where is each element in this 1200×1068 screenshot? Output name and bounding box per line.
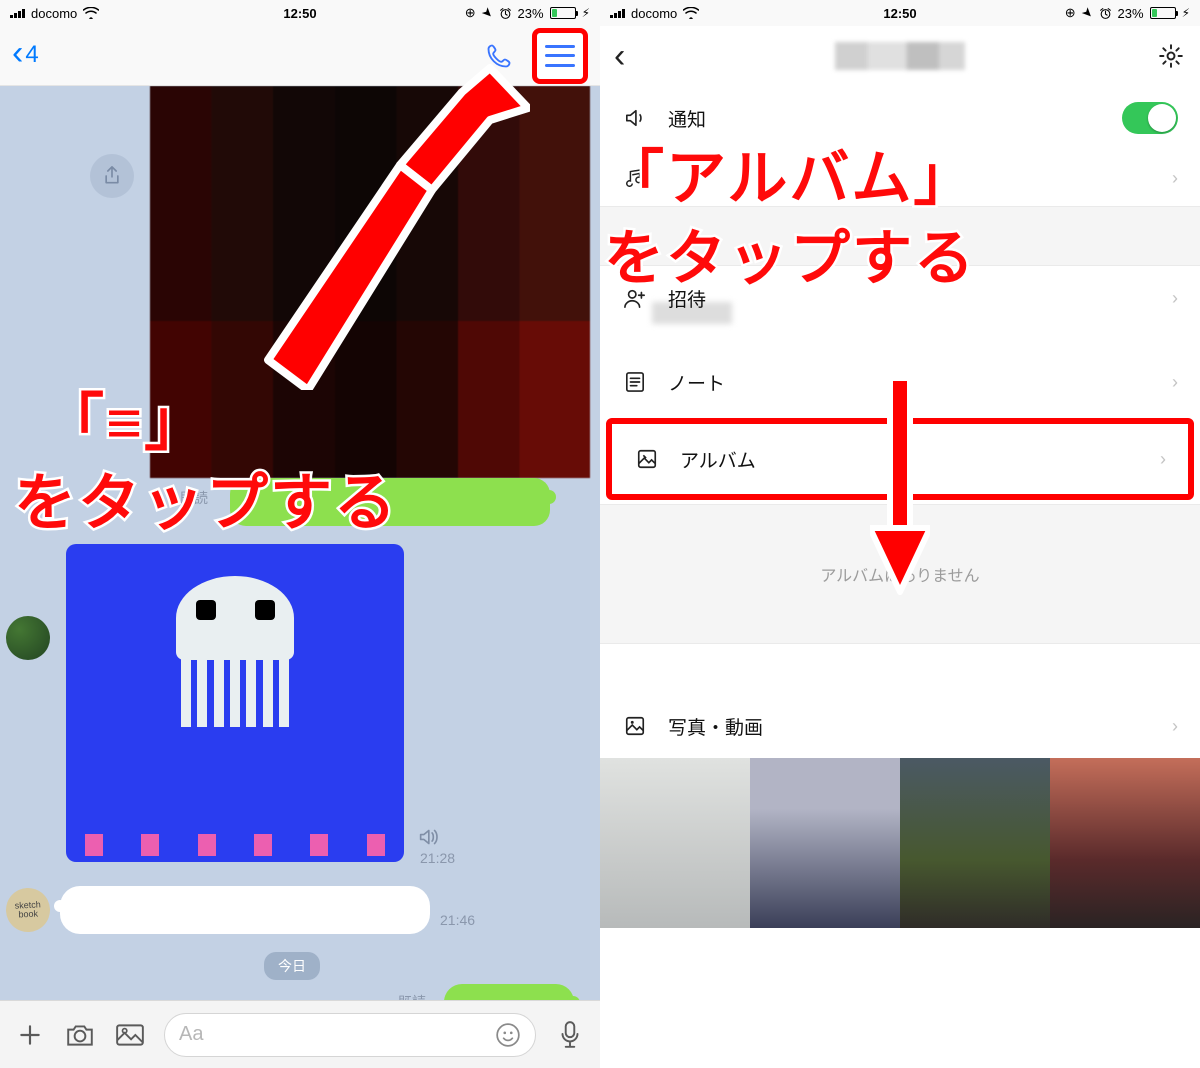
alarm-icon (499, 7, 512, 20)
battery-percent: 23% (1118, 6, 1144, 21)
speaker-icon (622, 108, 648, 128)
media-thumbnails[interactable] (600, 758, 1200, 928)
row-media[interactable]: 写真・動画 › (600, 694, 1200, 758)
media-icon (622, 715, 648, 737)
chevron-right-icon: › (1172, 168, 1178, 189)
status-time: 12:50 (283, 6, 316, 21)
chat-area[interactable]: 既読 21:28 sketch book 21:46 今日 既読 0:52 (0, 86, 600, 1000)
signal-icon (610, 8, 625, 18)
row-albums[interactable]: アルバム › (612, 424, 1188, 494)
status-bar: docomo 12:50 ⊕ ➤ 23% ⚡︎ (0, 0, 600, 26)
network-activity-icon: ⊕ (1065, 5, 1076, 21)
screenshot-left: docomo 12:50 ⊕ ➤ 23% ⚡︎ ‹ 4 既読 (0, 0, 600, 1068)
signal-icon (10, 8, 25, 18)
charging-icon: ⚡︎ (582, 6, 590, 20)
emoji-button[interactable] (495, 1022, 521, 1048)
annotation-text: をタップする (14, 452, 398, 542)
album-icon (634, 448, 660, 470)
media-thumbnail[interactable] (600, 758, 750, 928)
message-time: 21:28 (420, 850, 455, 866)
gallery-button[interactable] (114, 1019, 146, 1051)
charging-icon: ⚡︎ (1182, 6, 1190, 20)
carrier-label: docomo (631, 6, 677, 21)
network-activity-icon: ⊕ (465, 5, 476, 21)
row-label: アルバム (680, 446, 756, 473)
read-receipt: 既読 (398, 992, 426, 1000)
call-button[interactable] (482, 39, 516, 73)
albums-empty-text: アルバムはありません (820, 562, 979, 586)
media-thumbnail[interactable] (750, 758, 900, 928)
chevron-right-icon: › (1160, 449, 1166, 470)
sticker-jellyfish-icon (176, 576, 294, 716)
alarm-icon (1099, 7, 1112, 20)
battery-icon (550, 7, 576, 19)
annotation-text: 「≡」 (42, 372, 208, 462)
screenshot-right: docomo 12:50 ⊕ ➤ 23% ⚡︎ ‹ 通知 (600, 0, 1200, 1068)
annotation-text: 「アルバム」 (604, 130, 975, 217)
chat-title (835, 42, 965, 70)
back-button[interactable]: ‹ (12, 36, 23, 70)
battery-icon (1150, 7, 1176, 19)
message-time: 21:46 (440, 912, 475, 928)
notifications-toggle[interactable] (1122, 102, 1178, 134)
location-icon: ➤ (1078, 3, 1097, 22)
row-label: ノート (668, 369, 725, 396)
wifi-icon (83, 7, 99, 19)
attach-button[interactable] (14, 1019, 46, 1051)
chat-input-bar: Aa (0, 1000, 600, 1068)
row-label: 通知 (668, 105, 706, 132)
avatar-text: sketch book (6, 900, 51, 920)
row-albums-highlight: アルバム › (606, 418, 1194, 500)
unread-chat-count[interactable]: 4 (25, 41, 38, 69)
carrier-label: docomo (31, 6, 77, 21)
avatar[interactable] (6, 616, 50, 660)
chevron-right-icon: › (1172, 288, 1178, 309)
row-notes[interactable]: ノート › (600, 350, 1200, 414)
albums-empty-state: アルバムはありません (600, 504, 1200, 644)
message-placeholder: Aa (179, 1023, 203, 1046)
settings-navbar: ‹ (600, 26, 1200, 86)
hamburger-menu-button[interactable] (532, 28, 588, 84)
message-input[interactable]: Aa (164, 1013, 536, 1057)
sent-message-bubble[interactable] (444, 984, 574, 1000)
camera-button[interactable] (64, 1019, 96, 1051)
share-button[interactable] (90, 154, 134, 198)
chat-navbar: ‹ 4 (0, 26, 600, 86)
chevron-right-icon: › (1172, 372, 1178, 393)
media-thumbnail[interactable] (1050, 758, 1200, 928)
media-thumbnail[interactable] (900, 758, 1050, 928)
sticker-message[interactable] (66, 544, 404, 862)
chevron-right-icon: › (1172, 716, 1178, 737)
avatar[interactable]: sketch book (5, 887, 51, 933)
note-icon (622, 371, 648, 393)
voice-button[interactable] (554, 1019, 586, 1051)
status-bar: docomo 12:50 ⊕ ➤ 23% ⚡︎ (600, 0, 1200, 26)
received-message-bubble[interactable] (60, 886, 430, 934)
location-icon: ➤ (478, 3, 497, 22)
settings-button[interactable] (1156, 41, 1186, 71)
status-time: 12:50 (883, 6, 916, 21)
chat-image[interactable] (150, 86, 590, 478)
back-button[interactable]: ‹ (614, 39, 625, 73)
date-separator: 今日 (264, 952, 320, 980)
sound-icon (418, 828, 438, 846)
annotation-text: をタップする (604, 210, 976, 297)
hamburger-icon (545, 45, 575, 67)
row-label: 写真・動画 (668, 713, 763, 740)
wifi-icon (683, 7, 699, 19)
battery-percent: 23% (518, 6, 544, 21)
